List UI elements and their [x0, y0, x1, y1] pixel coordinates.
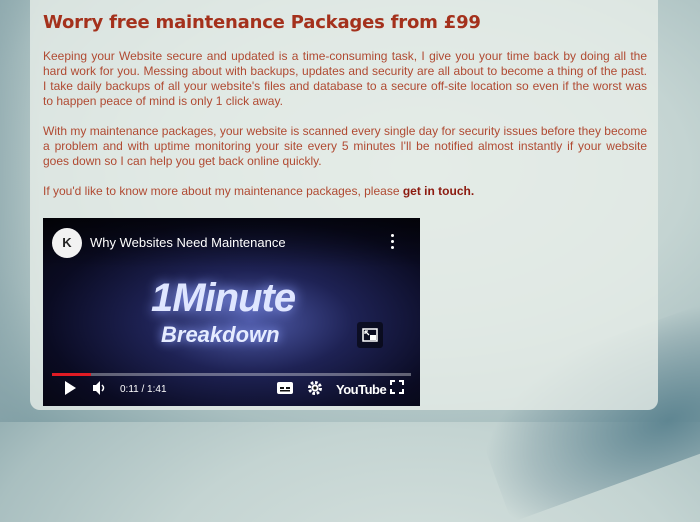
page-heading: Worry free maintenance Packages from £99 — [43, 12, 481, 33]
youtube-video-player[interactable]: K Why Websites Need Maintenance 1Minute … — [43, 218, 420, 406]
play-icon[interactable] — [63, 380, 77, 401]
fullscreen-icon[interactable] — [390, 380, 404, 399]
packages-paragraph: With my maintenance packages, your websi… — [43, 124, 647, 168]
thumbnail-text-line1: 1Minute — [151, 276, 296, 320]
settings-icon[interactable] — [307, 380, 323, 401]
channel-logo[interactable]: K — [52, 228, 82, 258]
get-in-touch-link[interactable]: get in touch. — [403, 184, 474, 198]
progress-bar[interactable] — [52, 373, 411, 376]
youtube-logo[interactable]: YouTube — [336, 382, 387, 397]
contact-prefix: If you'd like to know more about my main… — [43, 184, 403, 198]
thumbnail-text-line2: Breakdown — [161, 322, 280, 347]
more-options-icon[interactable] — [391, 234, 395, 250]
video-time: 0:11 / 1:41 — [120, 384, 167, 395]
video-title[interactable]: Why Websites Need Maintenance — [90, 235, 286, 250]
intro-paragraph: Keeping your Website secure and updated … — [43, 49, 647, 108]
picture-in-picture-icon[interactable] — [357, 322, 383, 348]
progress-fill — [52, 373, 92, 376]
main-content: Worry free maintenance Packages from £99… — [43, 0, 647, 198]
volume-icon[interactable] — [92, 380, 108, 401]
captions-icon[interactable] — [276, 380, 294, 401]
contact-paragraph: If you'd like to know more about my main… — [43, 184, 647, 199]
